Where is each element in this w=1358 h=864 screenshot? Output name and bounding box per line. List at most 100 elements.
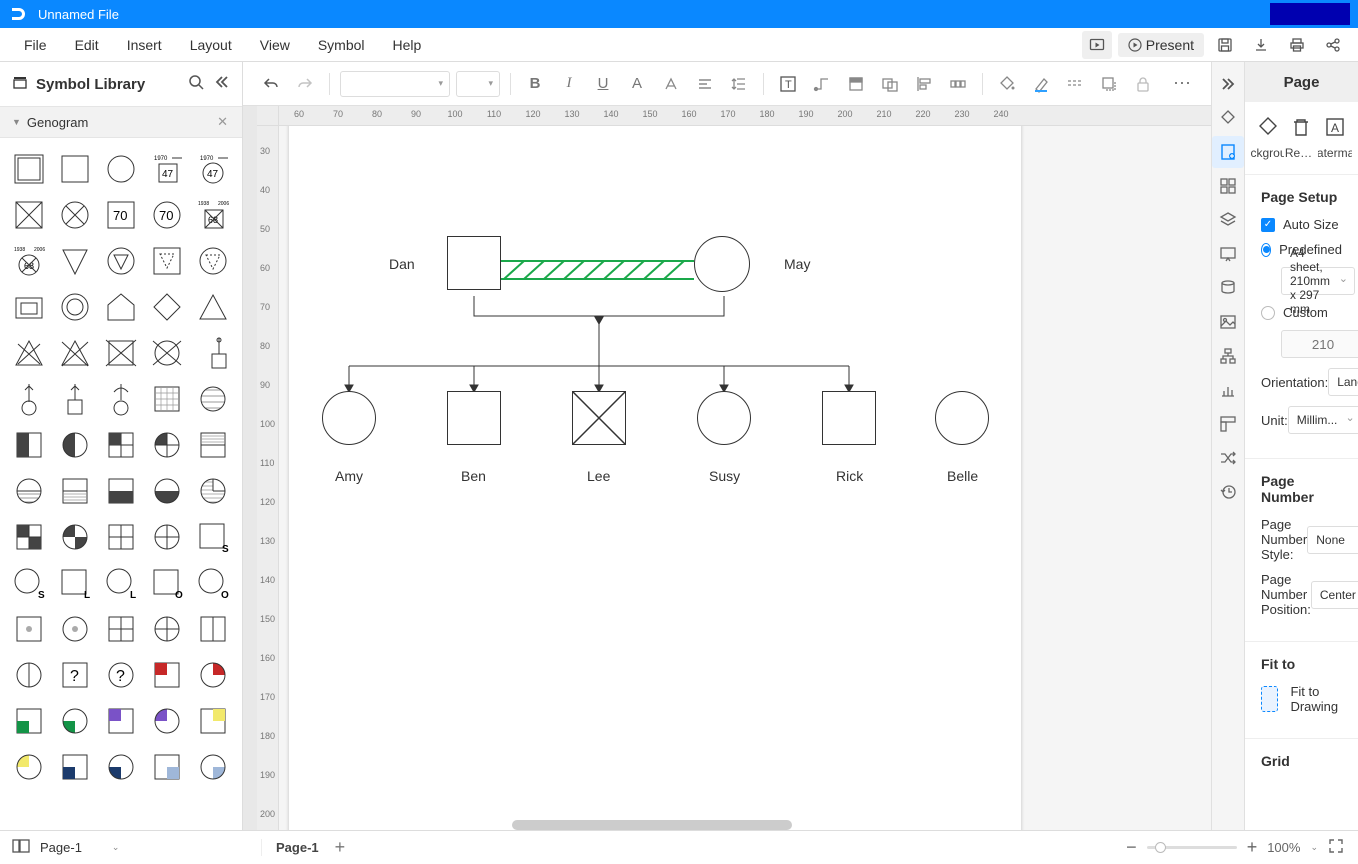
slideshow-icon[interactable] <box>1082 31 1112 59</box>
symbol-tree-square[interactable] <box>52 376 98 422</box>
node-child-lee[interactable] <box>572 391 626 445</box>
background-button[interactable]: Background <box>1251 116 1284 160</box>
unit-select[interactable]: Millim... <box>1288 406 1358 434</box>
symbol-half-hatched-square-h[interactable] <box>190 422 236 468</box>
symbol-circle[interactable] <box>98 146 144 192</box>
underline-button[interactable]: U <box>589 70 617 98</box>
category-header[interactable]: ▼ Genogram ✕ <box>0 106 242 138</box>
symbol-tree-split[interactable] <box>98 376 144 422</box>
symbol-2quarter-dark-circle[interactable] <box>52 514 98 560</box>
symbol-deceased-circle[interactable] <box>52 192 98 238</box>
present-button[interactable]: Present <box>1118 33 1204 57</box>
align-button[interactable] <box>691 70 719 98</box>
zoom-in-button[interactable]: + <box>1247 837 1258 858</box>
canvas[interactable]: 6070809010011012013014015016017018019020… <box>243 106 1211 830</box>
horizontal-scrollbar[interactable] <box>512 820 792 830</box>
symbol-question-circle[interactable]: ? <box>98 652 144 698</box>
symbol-x-triangle-2[interactable] <box>52 330 98 376</box>
symbol-square-s[interactable]: S <box>190 514 236 560</box>
symbol-circle-dotted-triangle[interactable] <box>190 238 236 284</box>
menu-layout[interactable]: Layout <box>176 37 246 53</box>
align-objects-button[interactable] <box>910 70 938 98</box>
symbol-square-l[interactable]: L <box>52 560 98 606</box>
save-icon[interactable] <box>1210 31 1240 59</box>
symbol-blue-corner-square-lite[interactable] <box>144 744 190 790</box>
auto-size-checkbox[interactable]: ✓ Auto Size <box>1261 217 1342 232</box>
symbol-square-small[interactable] <box>6 284 52 330</box>
rail-ruler-icon[interactable] <box>1212 408 1244 440</box>
symbol-half-hatch-circle-bottom[interactable] <box>6 468 52 514</box>
symbol-circle-dot[interactable] <box>52 606 98 652</box>
symbol-2quarter-dark-square[interactable] <box>6 514 52 560</box>
zoom-out-button[interactable]: − <box>1126 837 1137 858</box>
italic-button[interactable]: I <box>555 70 583 98</box>
symbol-age-circle[interactable]: 70 <box>144 192 190 238</box>
bold-button[interactable]: B <box>521 70 549 98</box>
symbol-dates-deceased-circle[interactable]: 1938200668 <box>6 238 52 284</box>
page-select[interactable]: Page-1 ⌄ <box>40 840 119 855</box>
symbol-dates-deceased-square[interactable]: 1938200668 <box>190 192 236 238</box>
category-close-icon[interactable]: ✕ <box>215 114 230 130</box>
symbol-pedigree-square[interactable] <box>190 330 236 376</box>
rail-presentation-icon[interactable] <box>1212 238 1244 270</box>
drawing-page[interactable]: Dan May Amy Ben Lee Susy Rick <box>289 126 1021 830</box>
symbol-circle-triangle-down[interactable] <box>98 238 144 284</box>
symbol-diamond[interactable] <box>144 284 190 330</box>
symbol-x-square-open[interactable] <box>98 330 144 376</box>
symbol-square-dot[interactable] <box>6 606 52 652</box>
symbol-half-dark-circle[interactable] <box>52 422 98 468</box>
menu-symbol[interactable]: Symbol <box>304 37 379 53</box>
stroke-color-button[interactable] <box>1027 70 1055 98</box>
rail-shapes-icon[interactable] <box>1212 170 1244 202</box>
remove-background-button[interactable]: Remove B... <box>1285 116 1318 160</box>
symbol-quarter-circle[interactable] <box>144 422 190 468</box>
symbol-tree-circle[interactable] <box>6 376 52 422</box>
lock-button[interactable] <box>1129 70 1157 98</box>
symbol-half-hatch-square-bottom[interactable] <box>52 468 98 514</box>
symbol-square[interactable] <box>52 146 98 192</box>
rail-chart-icon[interactable] <box>1212 374 1244 406</box>
node-father[interactable] <box>447 236 501 290</box>
symbol-deceased-square[interactable] <box>6 192 52 238</box>
symbol-red-corner-circle[interactable] <box>190 652 236 698</box>
node-child-ben[interactable] <box>447 391 501 445</box>
symbol-question-square[interactable]: ? <box>52 652 98 698</box>
page-tab[interactable]: Page-1 <box>276 840 319 855</box>
symbol-split-circle[interactable] <box>144 514 190 560</box>
symbol-pentagon[interactable] <box>98 284 144 330</box>
text-tool-button[interactable]: T <box>774 70 802 98</box>
rail-page-icon[interactable] <box>1212 136 1244 168</box>
node-mother[interactable] <box>694 236 750 292</box>
symbol-navy-corner-square[interactable] <box>52 744 98 790</box>
fit-to-drawing-button[interactable]: Fit to Drawing <box>1261 684 1342 714</box>
zoom-slider[interactable] <box>1147 846 1237 849</box>
undo-button[interactable] <box>257 70 285 98</box>
symbol-blue-corner-circle-lite[interactable] <box>190 744 236 790</box>
menu-view[interactable]: View <box>246 37 304 53</box>
highlight-button[interactable] <box>657 70 685 98</box>
symbol-split-square[interactable] <box>98 514 144 560</box>
orientation-select[interactable]: Lands... <box>1328 368 1358 396</box>
rail-layers-icon[interactable] <box>1212 204 1244 236</box>
container-button[interactable] <box>842 70 870 98</box>
font-size-select[interactable]: ▾ <box>456 71 500 97</box>
symbol-split-v-square[interactable] <box>190 606 236 652</box>
node-child-susy[interactable] <box>697 391 751 445</box>
symbol-circle-l[interactable]: L <box>98 560 144 606</box>
symbol-hatched-square[interactable] <box>144 376 190 422</box>
symbol-green-corner-circle[interactable] <box>52 698 98 744</box>
rail-expand-icon[interactable] <box>1212 68 1244 100</box>
share-icon[interactable] <box>1318 31 1348 59</box>
symbol-yellow-corner-circle[interactable] <box>6 744 52 790</box>
symbol-green-corner-square[interactable] <box>6 698 52 744</box>
redo-button[interactable] <box>291 70 319 98</box>
symbol-year-circle[interactable]: 197047 <box>190 146 236 192</box>
symbol-triangle-up[interactable] <box>190 284 236 330</box>
symbol-purple-corner-square[interactable] <box>98 698 144 744</box>
add-page-button[interactable]: + <box>335 837 346 858</box>
symbol-circle-o[interactable]: O <box>190 560 236 606</box>
symbol-square-o[interactable]: O <box>144 560 190 606</box>
line-spacing-button[interactable] <box>725 70 753 98</box>
symbol-triangle-down[interactable] <box>52 238 98 284</box>
pn-position-select[interactable]: Center <box>1311 581 1358 609</box>
